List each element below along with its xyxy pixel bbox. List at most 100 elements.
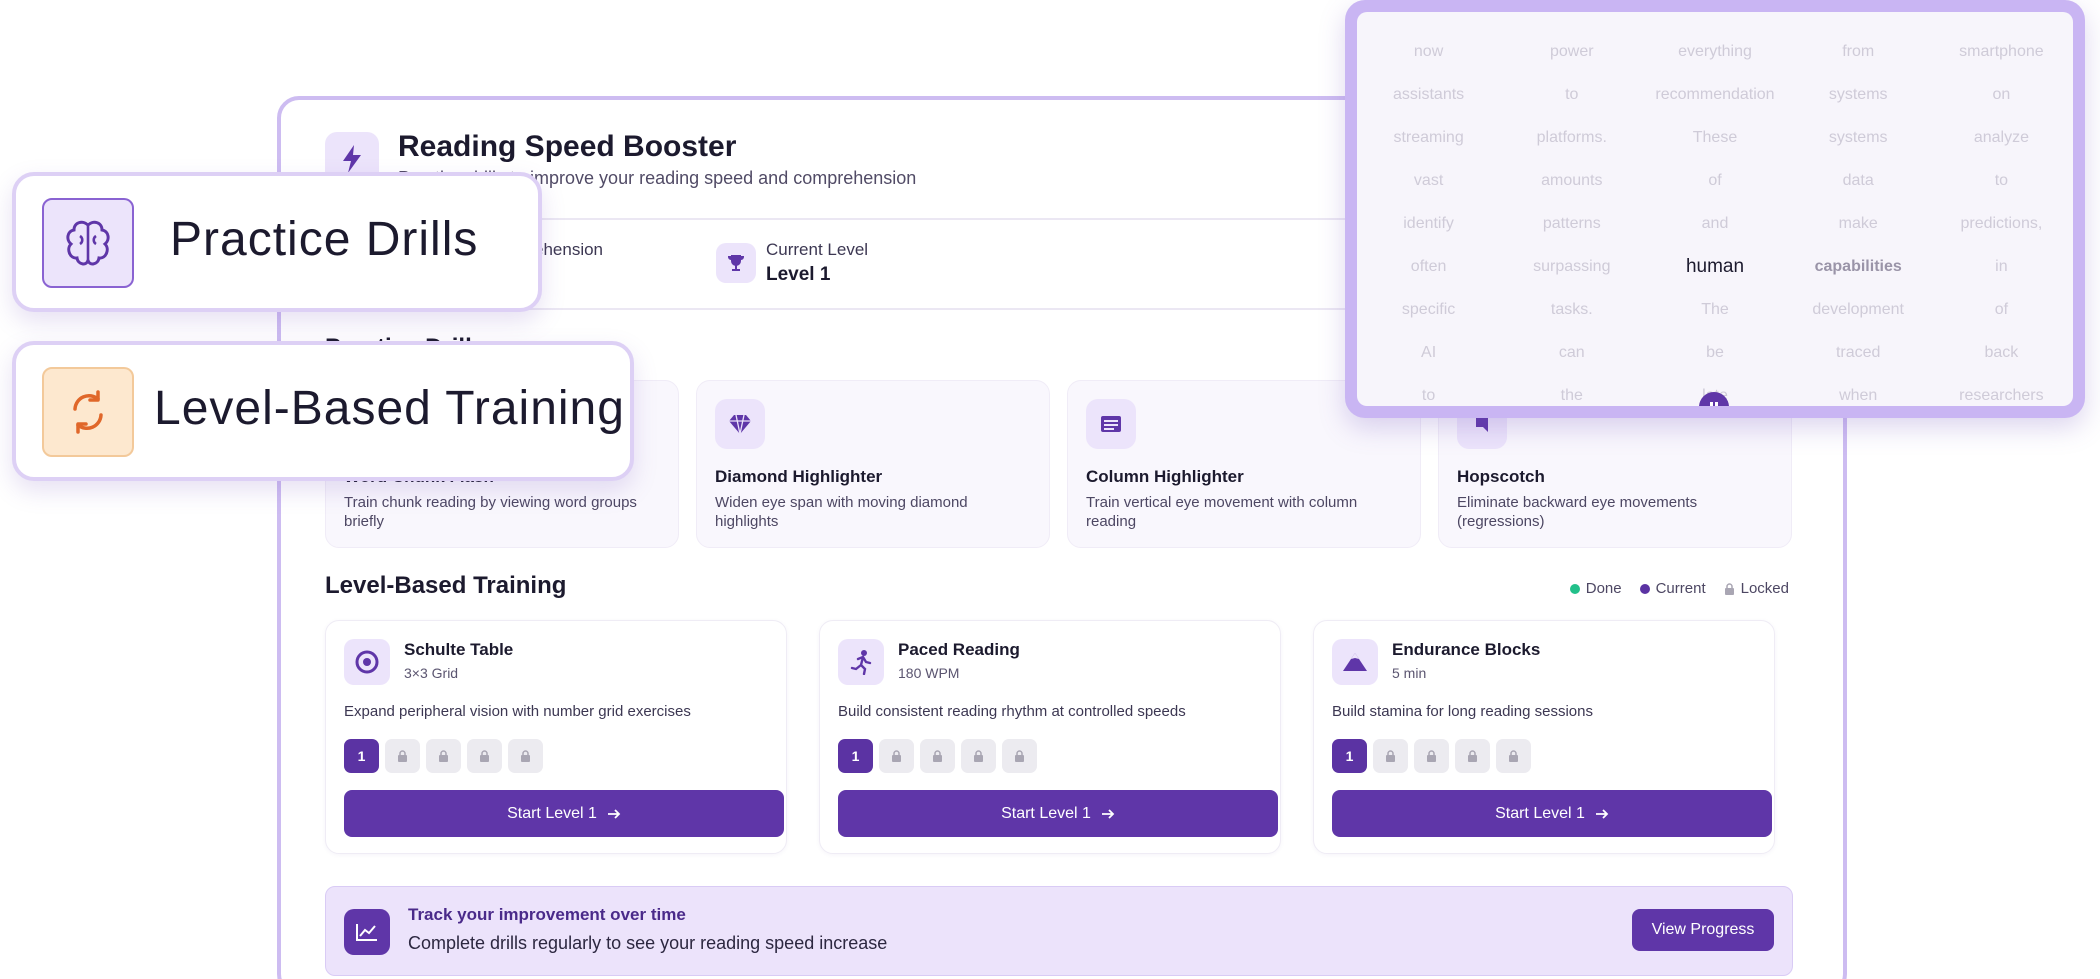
legend-label: Locked xyxy=(1740,580,1789,597)
reader-word: platforms. xyxy=(1536,129,1607,146)
level-step-locked xyxy=(426,739,461,773)
reader-word: systems xyxy=(1828,129,1888,146)
reader-word: back xyxy=(1984,344,2019,361)
done-dot xyxy=(1569,583,1580,594)
stat-current-level: Current Level Level 1 xyxy=(716,240,868,286)
column-icon xyxy=(1086,399,1136,449)
drill-name: Column Highlighter xyxy=(1086,467,1244,486)
level-card-sub: 5 min xyxy=(1392,665,1427,681)
start-level-button[interactable]: Start Level 1 xyxy=(1332,790,1772,837)
level-steps: 1 xyxy=(1332,739,1531,773)
refresh-icon xyxy=(42,367,134,457)
reader-word: traced xyxy=(1835,344,1881,361)
drill-name: Diamond Highlighter xyxy=(715,467,883,486)
reader-word: human xyxy=(1685,256,1745,277)
reader-word: the xyxy=(1560,387,1583,404)
reader-word: everything xyxy=(1678,43,1752,60)
reader-word: in xyxy=(1995,258,2008,275)
level-step-current[interactable]: 1 xyxy=(838,739,873,773)
arrow-right-icon xyxy=(1595,808,1609,819)
lock-icon xyxy=(1509,750,1518,762)
reader-word: to xyxy=(1421,387,1436,404)
reader-word: These xyxy=(1692,129,1738,146)
reader-word: of xyxy=(1994,301,2009,318)
reader-word: identify xyxy=(1403,215,1454,232)
lock-icon xyxy=(398,750,407,762)
brain-icon xyxy=(42,198,134,288)
level-card-desc: Build stamina for long reading sessions xyxy=(1332,703,1593,720)
word-grid: now power everything from smartphone assistan… xyxy=(1357,30,2073,406)
drill-desc: Train chunk reading by viewing word grou… xyxy=(344,494,637,530)
reader-word: development xyxy=(1812,301,1904,318)
level-step-current[interactable]: 1 xyxy=(1332,739,1367,773)
level-step-locked xyxy=(961,739,996,773)
callout-practice-drills: Practice Drills xyxy=(12,172,542,312)
trophy-icon xyxy=(716,243,756,283)
reader-word: data xyxy=(1842,172,1874,189)
reader-word: tasks. xyxy=(1550,301,1593,318)
mountain-icon xyxy=(1332,639,1378,685)
progress-banner-subtitle: Complete drills regularly to see your re… xyxy=(408,933,888,953)
level-card-name: Schulte Table xyxy=(404,640,514,659)
reader-word: of xyxy=(1708,172,1722,189)
progress-banner-title: Track your improvement over time xyxy=(408,905,686,924)
level-card-name: Endurance Blocks xyxy=(1392,640,1541,659)
level-card-desc: Build consistent reading rhythm at contr… xyxy=(838,703,1186,720)
start-level-label: Start Level 1 xyxy=(1001,804,1091,822)
reader-word: to xyxy=(1565,86,1579,103)
reader-word: to xyxy=(1994,172,2009,189)
lock-icon xyxy=(1724,582,1734,595)
reader-word: from xyxy=(1842,43,1875,60)
view-progress-button[interactable]: View Progress xyxy=(1632,909,1774,951)
reader-word: power xyxy=(1550,43,1594,60)
level-step-locked xyxy=(1002,739,1037,773)
level-legend: Done Current Locked xyxy=(1569,580,1789,597)
lock-icon xyxy=(974,750,983,762)
level-step-locked xyxy=(879,739,914,773)
drill-card-diamond-highlighter[interactable]: Diamond Highlighter Widen eye span with … xyxy=(696,380,1050,548)
drill-name: Hopscotch xyxy=(1457,467,1545,486)
level-step-current[interactable]: 1 xyxy=(344,739,379,773)
level-steps: 1 xyxy=(838,739,1037,773)
target-icon xyxy=(344,639,390,685)
reader-word: recommendation xyxy=(1655,86,1775,103)
callout-practice-drills-label: Practice Drills xyxy=(170,213,479,266)
progress-banner: Track your improvement over time Complet… xyxy=(325,886,1793,976)
level-card-paced-reading: Paced Reading 180 WPM Build consistent r… xyxy=(819,620,1281,854)
pause-icon xyxy=(1710,402,1718,406)
current-dot xyxy=(1639,583,1650,594)
start-level-button[interactable]: Start Level 1 xyxy=(838,790,1278,837)
level-step-locked xyxy=(385,739,420,773)
runner-icon xyxy=(838,639,884,685)
level-card-sub: 180 WPM xyxy=(898,665,960,681)
level-card-desc: Expand peripheral vision with number gri… xyxy=(344,703,691,720)
lock-icon xyxy=(1386,750,1395,762)
legend-label: Done xyxy=(1585,580,1622,597)
reader-word: streaming xyxy=(1393,129,1464,146)
lock-icon xyxy=(1015,750,1024,762)
start-level-label: Start Level 1 xyxy=(1495,804,1585,822)
trend-chart-icon xyxy=(344,909,390,955)
reader-word: systems xyxy=(1828,86,1888,103)
lock-icon xyxy=(439,750,448,762)
lock-icon xyxy=(892,750,901,762)
lock-icon xyxy=(521,750,530,762)
level-card-schulte-table: Schulte Table 3×3 Grid Expand peripheral… xyxy=(325,620,787,854)
reader-word: The xyxy=(1701,301,1729,318)
level-step-locked xyxy=(1455,739,1490,773)
reader-word: often xyxy=(1410,258,1447,275)
diamond-icon xyxy=(715,399,765,449)
start-level-button[interactable]: Start Level 1 xyxy=(344,790,784,837)
level-step-locked xyxy=(920,739,955,773)
lock-icon xyxy=(933,750,942,762)
reader-word: predictions, xyxy=(1960,215,2043,232)
reader-word: smartphone xyxy=(1959,43,2044,60)
reader-word: be xyxy=(1706,344,1724,361)
reader-word: assistants xyxy=(1393,86,1465,103)
reader-word: make xyxy=(1838,215,1878,232)
reader-word: and xyxy=(1701,215,1729,232)
drill-desc: Widen eye span with moving diamond highl… xyxy=(715,494,968,530)
legend-done: Done xyxy=(1569,580,1622,597)
reader-word: capabilities xyxy=(1814,258,1902,275)
reader-word: can xyxy=(1558,344,1585,361)
